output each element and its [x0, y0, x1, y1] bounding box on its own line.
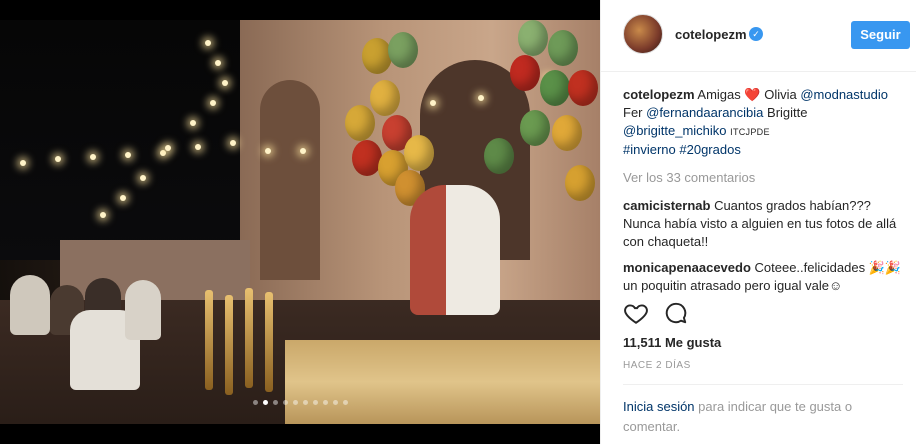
- post-actions: [623, 300, 893, 328]
- carousel-indicator: [0, 400, 600, 405]
- couple-figure: [410, 185, 500, 315]
- mention-link[interactable]: @modnastudio: [800, 87, 888, 102]
- comment-username[interactable]: camicisternab: [623, 198, 710, 213]
- caption: cotelopezm Amigas ❤️ Olivia @modnastudio…: [623, 86, 903, 159]
- username[interactable]: cotelopezm: [675, 27, 747, 42]
- caption-text: Amigas: [697, 87, 741, 102]
- carousel-dot[interactable]: [312, 400, 318, 405]
- carousel-dot[interactable]: [302, 400, 308, 405]
- party-photo: [0, 20, 600, 424]
- post-image[interactable]: [0, 0, 600, 444]
- caption-text: ITC️JPDE: [730, 127, 770, 137]
- carousel-dot[interactable]: [292, 400, 298, 405]
- mention-link[interactable]: @brigitte_michiko: [623, 123, 727, 138]
- mention-link[interactable]: @fernandaarancibia: [646, 105, 763, 120]
- avatar[interactable]: [623, 14, 663, 54]
- caption-text: Fer: [623, 105, 643, 120]
- heart-outline-icon[interactable]: [623, 300, 649, 326]
- comment-item: monicapenaacevedo Coteee..felicidades 🎉🎉…: [623, 259, 903, 295]
- login-link[interactable]: Inicia sesión: [623, 399, 695, 414]
- comment-username[interactable]: monicapenaacevedo: [623, 260, 751, 275]
- like-count[interactable]: 11,511 Me gusta: [623, 335, 721, 350]
- hashtag-link[interactable]: #invierno: [623, 142, 676, 157]
- dessert-table: [285, 340, 600, 424]
- carousel-dot[interactable]: [332, 400, 338, 405]
- login-prompt: Inicia sesión para indicar que te gusta …: [623, 384, 903, 437]
- post-header: cotelopezm ✓ Seguir: [601, 0, 916, 72]
- follow-button[interactable]: Seguir: [851, 21, 910, 49]
- heart-emoji: ❤: [744, 87, 761, 102]
- caption-text: Brigitte: [767, 105, 808, 120]
- carousel-dot[interactable]: [322, 400, 328, 405]
- hashtag-link[interactable]: #20grados: [679, 142, 740, 157]
- comment-item: camicisternab Cuantos grados habían??? N…: [623, 197, 903, 251]
- comments-section: cotelopezm Amigas ❤️ Olivia @modnastudio…: [623, 86, 903, 295]
- post-sidebar: cotelopezm ✓ Seguir cotelopezm Amigas ❤️…: [600, 0, 916, 444]
- carousel-dot[interactable]: [272, 400, 278, 405]
- verified-badge-icon: ✓: [749, 27, 763, 41]
- carousel-dot[interactable]: [282, 400, 288, 405]
- carousel-dot[interactable]: [342, 400, 348, 405]
- carousel-dot[interactable]: [252, 400, 258, 405]
- instagram-post: cotelopezm ✓ Seguir cotelopezm Amigas ❤️…: [0, 0, 916, 444]
- carousel-dot-active[interactable]: [262, 400, 268, 405]
- caption-text: ️ Olivia: [760, 87, 797, 102]
- caption-username[interactable]: cotelopezm: [623, 87, 695, 102]
- view-all-comments-link[interactable]: Ver los 33 comentarios: [623, 169, 903, 187]
- comment-bubble-icon[interactable]: [663, 300, 689, 326]
- post-timestamp[interactable]: HACE 2 DÍAS: [623, 360, 691, 371]
